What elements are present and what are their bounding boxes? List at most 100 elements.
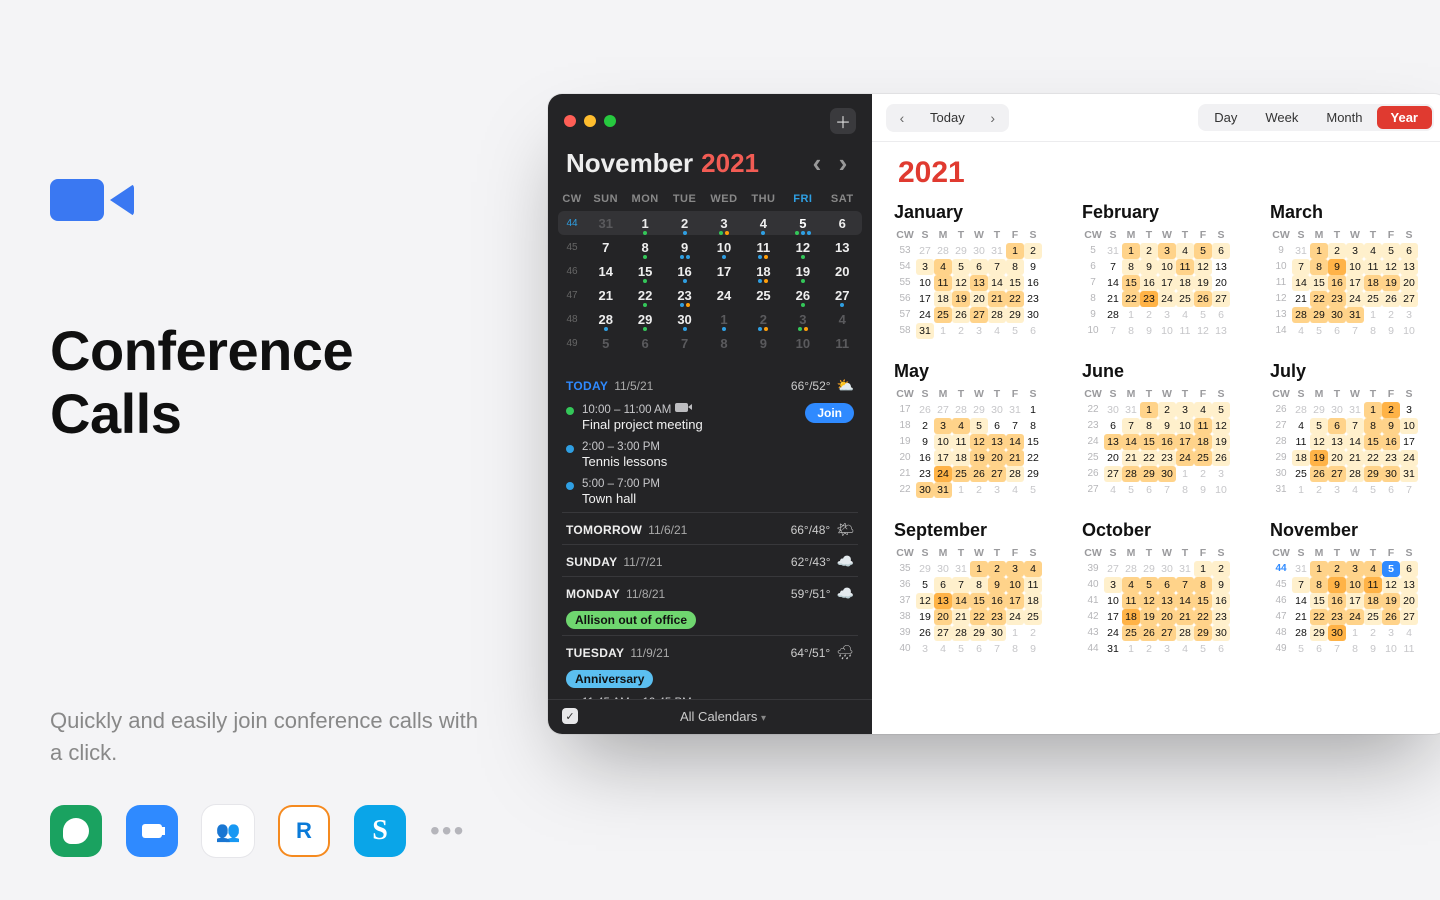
year-day[interactable]: 4 xyxy=(1292,418,1310,434)
year-month-october[interactable]: OctoberCWSMTWTFS392728293031124034567894… xyxy=(1082,520,1242,657)
year-day[interactable]: 13 xyxy=(988,434,1006,450)
year-day[interactable]: 8 xyxy=(970,577,988,593)
year-day[interactable]: 26 xyxy=(1140,625,1158,641)
mini-day[interactable]: 5 xyxy=(586,336,625,351)
year-day[interactable]: 17 xyxy=(1006,593,1024,609)
year-day[interactable]: 29 xyxy=(970,625,988,641)
mini-day[interactable]: 11 xyxy=(744,240,783,255)
year-day[interactable]: 6 xyxy=(1212,243,1230,259)
year-day[interactable]: 31 xyxy=(952,561,970,577)
year-day[interactable]: 31 xyxy=(916,323,934,339)
year-day[interactable]: 31 xyxy=(1400,466,1418,482)
year-day[interactable]: 26 xyxy=(1382,609,1400,625)
year-day[interactable]: 11 xyxy=(1176,323,1194,339)
year-day[interactable]: 17 xyxy=(1104,609,1122,625)
year-day[interactable]: 5 xyxy=(952,259,970,275)
year-day[interactable]: 27 xyxy=(988,466,1006,482)
year-day[interactable]: 11 xyxy=(1194,418,1212,434)
year-day[interactable]: 1 xyxy=(1024,402,1042,418)
year-day[interactable]: 2 xyxy=(1158,402,1176,418)
year-day[interactable]: 10 xyxy=(1400,418,1418,434)
year-day[interactable]: 30 xyxy=(1382,466,1400,482)
year-day[interactable]: 5 xyxy=(1382,561,1400,577)
year-day[interactable]: 20 xyxy=(1104,450,1122,466)
year-day[interactable]: 8 xyxy=(1006,259,1024,275)
year-day[interactable]: 31 xyxy=(1346,402,1364,418)
year-day[interactable]: 14 xyxy=(988,275,1006,291)
year-day[interactable]: 5 xyxy=(1292,641,1310,657)
year-day[interactable]: 24 xyxy=(1104,625,1122,641)
year-day[interactable]: 17 xyxy=(916,291,934,307)
year-day[interactable]: 6 xyxy=(1328,323,1346,339)
year-day[interactable]: 20 xyxy=(1158,609,1176,625)
year-day[interactable]: 16 xyxy=(1158,434,1176,450)
year-day[interactable]: 4 xyxy=(1400,625,1418,641)
year-day[interactable]: 10 xyxy=(1382,641,1400,657)
year-day[interactable]: 1 xyxy=(934,323,952,339)
year-day[interactable]: 6 xyxy=(1140,482,1158,498)
year-day[interactable]: 8 xyxy=(1140,418,1158,434)
year-day[interactable]: 21 xyxy=(1006,450,1024,466)
mini-day[interactable]: 2 xyxy=(744,312,783,327)
year-day[interactable]: 8 xyxy=(1024,418,1042,434)
year-day[interactable]: 4 xyxy=(1194,402,1212,418)
year-day[interactable]: 5 xyxy=(1006,323,1024,339)
mini-day[interactable]: 27 xyxy=(823,288,862,303)
view-month-button[interactable]: Month xyxy=(1312,106,1376,129)
year-day[interactable]: 15 xyxy=(1364,434,1382,450)
year-day[interactable]: 2 xyxy=(1382,402,1400,418)
year-day[interactable]: 1 xyxy=(1310,561,1328,577)
mini-day[interactable]: 6 xyxy=(625,336,664,351)
year-day[interactable]: 13 xyxy=(1328,434,1346,450)
year-day[interactable]: 30 xyxy=(1328,625,1346,641)
year-day[interactable]: 12 xyxy=(1194,259,1212,275)
year-day[interactable]: 15 xyxy=(1140,434,1158,450)
year-day[interactable]: 14 xyxy=(1346,434,1364,450)
mini-day[interactable]: 3 xyxy=(783,312,822,327)
year-day[interactable]: 3 xyxy=(970,323,988,339)
year-day[interactable]: 18 xyxy=(952,450,970,466)
close-window-icon[interactable] xyxy=(564,115,576,127)
year-day[interactable]: 5 xyxy=(1364,482,1382,498)
mini-day[interactable]: 24 xyxy=(704,288,743,303)
year-day[interactable]: 30 xyxy=(1104,402,1122,418)
year-day[interactable]: 31 xyxy=(1006,402,1024,418)
year-day[interactable]: 22 xyxy=(1122,291,1140,307)
year-day[interactable]: 5 xyxy=(1194,243,1212,259)
mini-day[interactable]: 10 xyxy=(783,336,822,351)
year-day[interactable]: 22 xyxy=(1006,291,1024,307)
year-day[interactable]: 15 xyxy=(1006,275,1024,291)
year-day[interactable]: 4 xyxy=(1176,243,1194,259)
year-day[interactable]: 23 xyxy=(1382,450,1400,466)
year-day[interactable]: 7 xyxy=(1104,259,1122,275)
year-day[interactable]: 30 xyxy=(988,402,1006,418)
year-day[interactable]: 21 xyxy=(1346,450,1364,466)
year-day[interactable]: 9 xyxy=(1364,641,1382,657)
year-day[interactable]: 30 xyxy=(970,243,988,259)
year-day[interactable]: 27 xyxy=(1212,291,1230,307)
year-day[interactable]: 22 xyxy=(1310,291,1328,307)
year-day[interactable]: 9 xyxy=(1140,259,1158,275)
year-day[interactable]: 12 xyxy=(970,434,988,450)
year-day[interactable]: 5 xyxy=(952,641,970,657)
year-day[interactable]: 22 xyxy=(1140,450,1158,466)
mini-day[interactable]: 28 xyxy=(586,312,625,327)
year-day[interactable]: 1 xyxy=(1140,402,1158,418)
year-day[interactable]: 14 xyxy=(1292,593,1310,609)
year-day[interactable]: 25 xyxy=(1292,466,1310,482)
year-day[interactable]: 13 xyxy=(970,275,988,291)
year-day[interactable]: 24 xyxy=(1346,291,1364,307)
year-day[interactable]: 18 xyxy=(1292,450,1310,466)
year-day[interactable]: 21 xyxy=(1176,609,1194,625)
year-day[interactable]: 27 xyxy=(1400,609,1418,625)
year-day[interactable]: 9 xyxy=(1212,577,1230,593)
year-day[interactable]: 24 xyxy=(1176,450,1194,466)
year-day[interactable]: 9 xyxy=(1024,259,1042,275)
mini-day[interactable]: 16 xyxy=(665,264,704,279)
year-day[interactable]: 23 xyxy=(1328,609,1346,625)
year-day[interactable]: 4 xyxy=(1176,641,1194,657)
year-day[interactable]: 12 xyxy=(1382,577,1400,593)
year-day[interactable]: 10 xyxy=(1346,259,1364,275)
year-day[interactable]: 6 xyxy=(1310,641,1328,657)
year-day[interactable]: 2 xyxy=(988,561,1006,577)
